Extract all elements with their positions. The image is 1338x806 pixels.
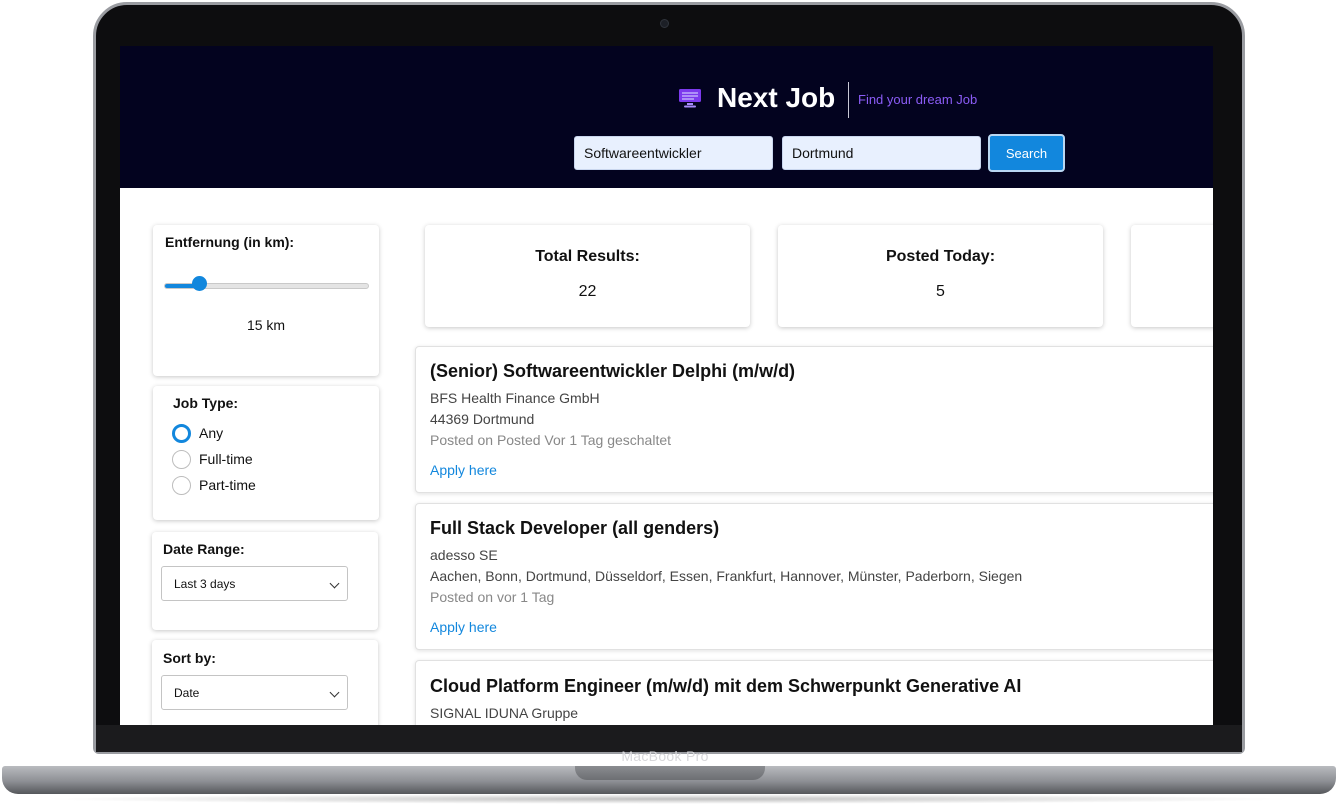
laptop-shadow: [40, 794, 1298, 804]
app-header: Next Job Find your dream Job Search: [120, 46, 1213, 188]
job-type-option-any[interactable]: Any: [172, 423, 223, 443]
job-type-option-label: Any: [199, 425, 224, 441]
date-range-select[interactable]: Last 3 days: [161, 566, 348, 601]
sort-by-filter-card: Sort by: Date: [152, 640, 378, 725]
sort-by-selected-value: Date: [174, 685, 200, 700]
job-posted-date: Posted on Posted Vor 1 Tag geschaltet: [430, 432, 672, 448]
laptop-base-notch: [575, 766, 765, 780]
date-range-selected-value: Last 3 days: [174, 576, 236, 591]
job-posted-date: Posted on vor 1 Tag: [430, 589, 555, 605]
job-listing-card: Full Stack Developer (all genders) adess…: [415, 503, 1213, 650]
job-company: adesso SE: [430, 547, 498, 563]
stat-label: Total Results:: [535, 248, 640, 265]
job-title: Full Stack Developer (all genders): [430, 518, 720, 538]
sort-by-select[interactable]: Date: [161, 675, 348, 710]
radio-button-checked[interactable]: [172, 423, 191, 443]
stat-card-partial: [1131, 225, 1213, 327]
job-location: Aachen, Bonn, Dortmund, Düsseldorf, Esse…: [430, 568, 1023, 584]
apply-link[interactable]: Apply here: [430, 619, 497, 635]
date-range-filter-card: Date Range: Last 3 days: [152, 532, 378, 630]
search-button[interactable]: Search: [988, 134, 1065, 172]
radio-button[interactable]: [172, 475, 191, 495]
job-type-option-full-time[interactable]: Full-time: [172, 449, 253, 469]
apply-link[interactable]: Apply here: [430, 462, 497, 478]
job-title: Cloud Platform Engineer (m/w/d) mit dem …: [430, 676, 1022, 696]
stat-card-posted-today: Posted Today: 5: [778, 225, 1103, 327]
job-type-option-label: Full-time: [199, 451, 253, 467]
stat-label: Posted Today:: [885, 248, 996, 265]
brand-title: Next Job: [717, 82, 836, 113]
job-listing-card: Cloud Platform Engineer (m/w/d) mit dem …: [415, 660, 1213, 725]
job-type-option-part-time[interactable]: Part-time: [172, 475, 256, 495]
job-company: BFS Health Finance GmbH: [430, 390, 600, 406]
chevron-down-icon: [329, 578, 340, 589]
job-location: 44369 Dortmund: [430, 411, 535, 427]
stat-card-total-results: Total Results: 22: [425, 225, 750, 327]
date-range-filter-label: Date Range:: [163, 541, 245, 557]
brand-divider: [848, 82, 849, 118]
monitor-icon: [679, 89, 701, 108]
device-model-label: MacBook Pro: [621, 748, 709, 764]
camera-icon: [660, 19, 669, 28]
stat-value: 22: [578, 283, 597, 300]
keyword-search-input[interactable]: [574, 136, 773, 170]
location-search-input[interactable]: [782, 136, 981, 170]
job-listing-card: (Senior) Softwareentwickler Delphi (m/w/…: [415, 346, 1213, 493]
distance-filter-label: Entfernung (in km):: [165, 234, 295, 250]
distance-value: 15 km: [246, 317, 286, 333]
stat-value: 5: [936, 283, 945, 300]
distance-filter-card: Entfernung (in km): 15 km: [153, 225, 379, 376]
job-company: SIGNAL IDUNA Gruppe: [430, 705, 579, 721]
sort-by-filter-label: Sort by:: [163, 650, 216, 666]
brand-tagline: Find your dream Job: [858, 92, 978, 107]
job-type-filter-card: Job Type: Any Full-time Part-time: [153, 386, 379, 520]
job-type-option-label: Part-time: [199, 477, 256, 493]
app-screen: Next Job Find your dream Job Search Entf…: [120, 46, 1213, 725]
job-title: (Senior) Softwareentwickler Delphi (m/w/…: [430, 361, 796, 381]
chevron-down-icon: [329, 687, 340, 698]
job-type-filter-label: Job Type:: [173, 395, 239, 411]
radio-button[interactable]: [172, 449, 191, 469]
distance-slider-thumb[interactable]: [191, 276, 207, 291]
